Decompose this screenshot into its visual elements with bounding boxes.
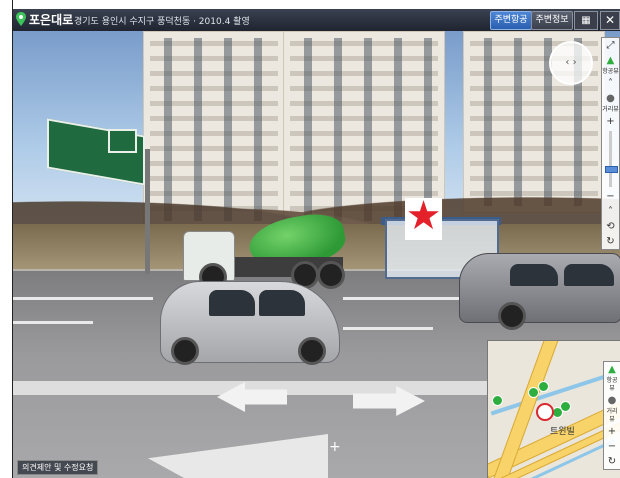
map-place-label: 트윈빌 [550, 427, 575, 437]
location-pin-icon [16, 12, 26, 26]
current-position-icon [536, 403, 554, 421]
crosshair-icon: + [329, 439, 341, 455]
car-wheel [298, 337, 326, 365]
chevron-up-icon[interactable]: ˄ [602, 76, 619, 91]
van-wheel [498, 302, 526, 330]
road-sign-small [108, 129, 137, 153]
chevron-up-icon[interactable]: ˄ [602, 204, 619, 219]
sign-pole [145, 149, 150, 274]
feedback-button[interactable]: 의견제안 및 수정요청 [17, 460, 99, 475]
street-view-icon[interactable]: ● [602, 91, 619, 106]
map-pin-icon[interactable] [538, 381, 549, 392]
refresh-icon[interactable]: ↻ [602, 234, 619, 249]
mini-map[interactable]: 트윈빌 ▲ 항공뷰 ● 거리뷰 + − ↻ [487, 340, 620, 478]
car-wheel [171, 337, 199, 365]
map-pin-icon[interactable] [560, 401, 571, 412]
lane-marking [343, 297, 463, 300]
street-view-label[interactable]: 거리뷰 [602, 106, 619, 114]
lane-marking [13, 297, 153, 300]
address-text: 경기도 용인시 수지구 풍덕천동 · 2010.4 촬영 [74, 17, 250, 27]
star-marker-icon[interactable]: ★ [405, 195, 442, 237]
pan-control[interactable]: ‹ › [549, 41, 593, 85]
nearby-aerial-button[interactable]: 주변항공 [490, 11, 532, 30]
zoom-out-button[interactable]: − [604, 439, 620, 454]
road-name: 포은대로 [29, 13, 74, 27]
street-view-icon[interactable]: ● [604, 393, 620, 408]
zoom-slider-handle[interactable] [605, 166, 618, 173]
nearby-info-button[interactable]: 주변정보 [531, 11, 573, 30]
aerial-view-label[interactable]: 항공뷰 [602, 68, 619, 76]
refresh-icon[interactable]: ↻ [604, 454, 620, 469]
close-icon[interactable]: ✕ [600, 11, 620, 30]
street-view-label[interactable]: 거리뷰 [604, 408, 620, 424]
zoom-out-button[interactable]: − [602, 189, 619, 204]
lane-marking [343, 327, 433, 330]
aerial-view-label[interactable]: 항공뷰 [604, 377, 620, 393]
zoom-in-button[interactable]: + [602, 114, 619, 129]
lane-marking [13, 321, 93, 324]
map-pin-icon[interactable] [528, 387, 539, 398]
view-control-panel: ⤢ ▲ 항공뷰 ˄ ● 거리뷰 + − ˄ ⟲ ↻ [601, 37, 620, 250]
title-bar: 포은대로 경기도 용인시 수지구 풍덕천동 · 2010.4 촬영 주변항공 주… [13, 9, 620, 31]
layout-icon[interactable]: ▦ [574, 11, 598, 30]
fullscreen-icon[interactable]: ⤢ [602, 38, 619, 53]
street-view-viewer[interactable]: ★ + ‹ › 포은대로 경기도 용인시 수지구 풍덕천동 · 2010.4 촬… [13, 9, 620, 478]
zoom-slider[interactable] [602, 129, 619, 189]
map-pin-icon[interactable] [492, 395, 503, 406]
mini-map-controls: ▲ 항공뷰 ● 거리뷰 + − ↻ [603, 361, 620, 470]
zoom-in-button[interactable]: + [604, 424, 620, 439]
aerial-view-icon[interactable]: ▲ [602, 53, 619, 68]
rotate-icon[interactable]: ⟲ [602, 219, 619, 234]
silver-van [459, 253, 620, 323]
aerial-view-icon[interactable]: ▲ [604, 362, 620, 377]
truck-wheel [317, 261, 345, 289]
